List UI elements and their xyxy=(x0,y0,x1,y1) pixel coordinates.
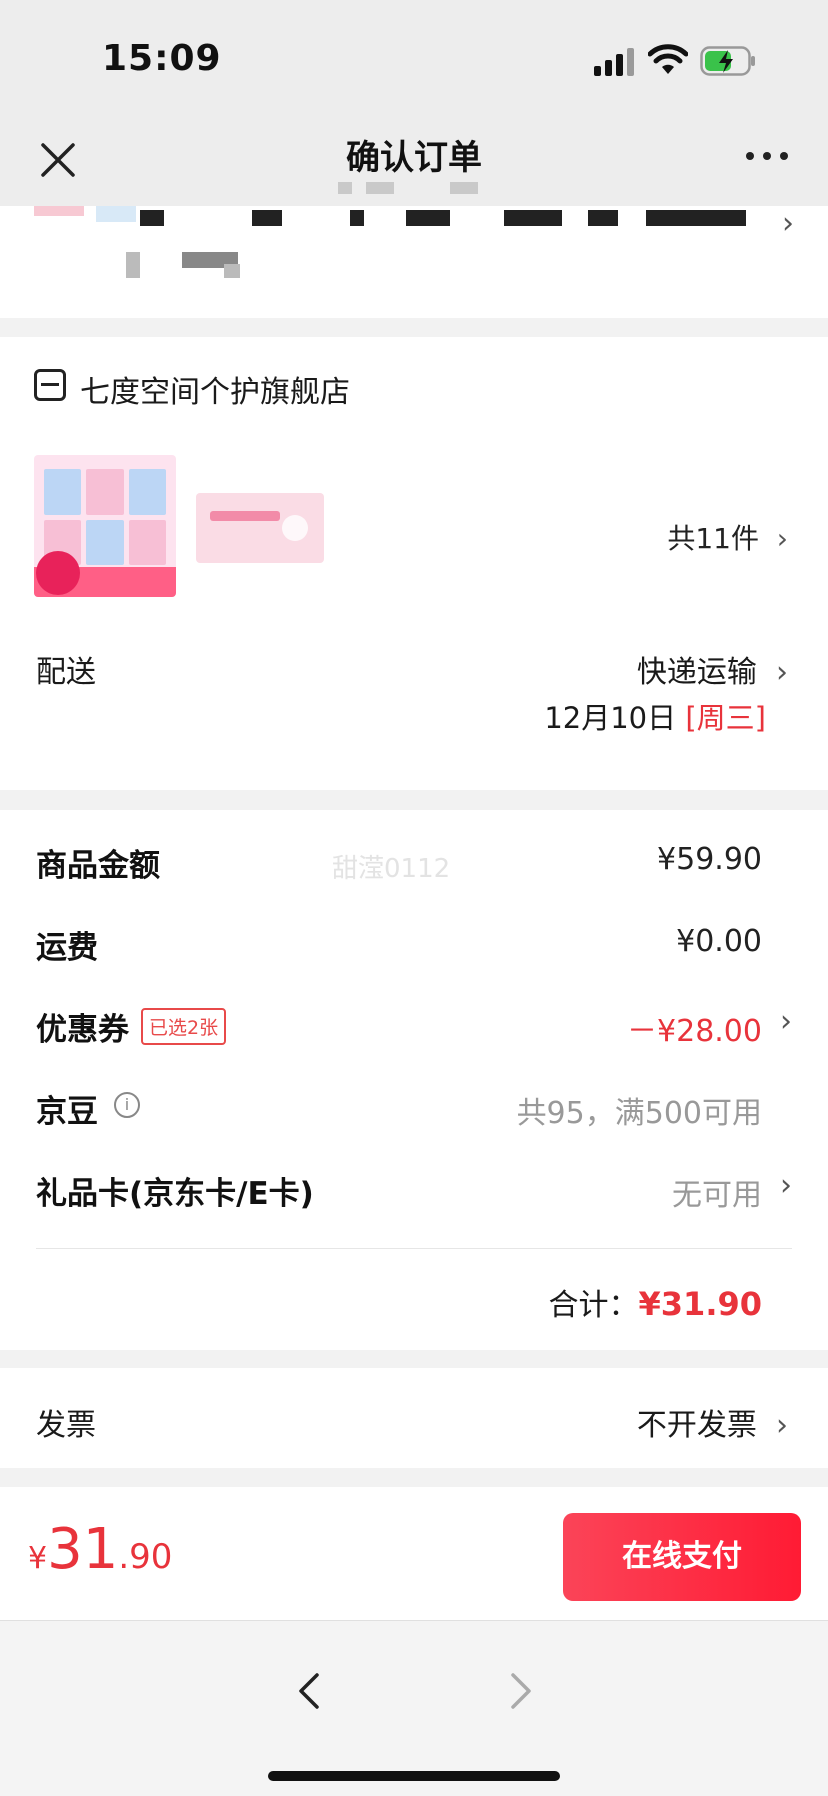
redacted-address xyxy=(140,210,164,226)
invoice-card[interactable]: 发票 不开发票 › xyxy=(0,1368,828,1468)
item-count: 共11件 xyxy=(667,522,759,555)
address-card[interactable]: › xyxy=(0,206,828,318)
page-title: 确认订单 xyxy=(346,138,482,178)
total-decimal: .90 xyxy=(118,1537,173,1577)
delivery-method: 快递运输 xyxy=(636,655,757,690)
product-thumbnail[interactable] xyxy=(196,493,324,563)
shipping-fee-row: 运费 ¥0.00 xyxy=(36,922,792,966)
jd-beans-label: 京豆 xyxy=(36,1094,98,1130)
back-arrow-icon[interactable] xyxy=(290,1671,330,1711)
delivery-method-link[interactable]: 快递运输 › xyxy=(637,647,788,691)
address-tag xyxy=(34,206,84,216)
more-options-icon[interactable] xyxy=(746,152,788,160)
gift-card-label: 礼品卡(京东卡/E卡) xyxy=(36,1176,314,1212)
chevron-right-icon: › xyxy=(780,1168,792,1203)
jd-beans-value: 共95，满500可用 xyxy=(516,1096,762,1131)
wifi-icon xyxy=(648,44,688,74)
forward-arrow-icon[interactable] xyxy=(500,1671,540,1711)
delivery-label: 配送 xyxy=(36,655,96,690)
delivery-date: 12月10日 xyxy=(544,701,677,735)
redacted-address xyxy=(406,210,450,226)
redacted-phone xyxy=(126,252,140,278)
store-card: 七度空间个护旗舰店 共11件 › 配送 快递运输 › 12月10日 [周三] xyxy=(0,337,828,790)
redacted-address xyxy=(252,210,282,226)
battery-charging-icon xyxy=(700,46,755,76)
total-integer: 31 xyxy=(47,1517,119,1582)
shipping-fee-value: ¥0.00 xyxy=(676,924,762,959)
coupon-label: 优惠券 xyxy=(36,1012,129,1048)
invoice-value-group: 不开发票 › xyxy=(637,1400,788,1444)
redacted-phone xyxy=(224,264,240,278)
price-summary-card: 甜滢0112 商品金额 ¥59.90 运费 ¥0.00 优惠券 已选2张 －¥2… xyxy=(0,810,828,1350)
invoice-label: 发票 xyxy=(36,1408,96,1443)
jd-beans-row: 京豆 i 共95，满500可用 xyxy=(36,1086,792,1131)
subtotal-group: 合计：¥31.90 xyxy=(549,1280,762,1324)
redacted-subtitle xyxy=(366,182,394,194)
chevron-right-icon: › xyxy=(780,1004,792,1039)
title-bar: 确认订单 xyxy=(0,110,828,206)
info-icon[interactable]: i xyxy=(114,1092,140,1118)
pay-online-button[interactable]: 在线支付 xyxy=(563,1513,801,1601)
redacted-address xyxy=(646,210,746,226)
shipping-fee-label: 运费 xyxy=(36,930,98,966)
chevron-right-icon: › xyxy=(766,655,788,690)
subtotal-value: ¥31.90 xyxy=(638,1285,762,1323)
gift-card-value: 无可用 xyxy=(672,1178,762,1213)
gift-card-row[interactable]: 礼品卡(京东卡/E卡) 无可用 › xyxy=(36,1168,792,1213)
status-time: 15:09 xyxy=(102,38,222,79)
goods-amount-value: ¥59.90 xyxy=(657,842,762,877)
redacted-address xyxy=(504,210,562,226)
subtotal-label: 合计： xyxy=(548,1288,639,1323)
store-name[interactable]: 七度空间个护旗舰店 xyxy=(80,367,350,411)
coupon-selected-badge: 已选2张 xyxy=(141,1008,227,1045)
redacted-subtitle xyxy=(450,182,478,194)
home-indicator[interactable] xyxy=(268,1771,560,1781)
currency-symbol: ¥ xyxy=(28,1541,48,1576)
redacted-address xyxy=(96,206,136,222)
product-thumbnail[interactable] xyxy=(34,455,176,597)
checkout-total: ¥31.90 xyxy=(28,1517,172,1582)
redacted-address xyxy=(588,210,618,226)
subtotal-row: 合计：¥31.90 xyxy=(36,1280,792,1323)
goods-amount-label: 商品金额 xyxy=(36,848,160,884)
chevron-right-icon: › xyxy=(782,206,794,241)
store-icon xyxy=(34,369,66,401)
chevron-right-icon: › xyxy=(766,1408,788,1443)
checkout-bar: ¥31.90 在线支付 xyxy=(0,1487,828,1620)
delivery-weekday: [周三] xyxy=(685,701,766,735)
item-count-link[interactable]: 共11件 › xyxy=(667,517,788,557)
redacted-subtitle xyxy=(338,182,352,194)
divider xyxy=(36,1248,792,1249)
redacted-address xyxy=(350,210,364,226)
browser-nav-bar xyxy=(0,1620,828,1796)
status-bar: 15:09 xyxy=(0,0,828,110)
coupon-discount-value: －¥28.00 xyxy=(627,1014,762,1049)
coupon-row[interactable]: 优惠券 已选2张 －¥28.00 › xyxy=(36,1004,792,1049)
chevron-right-icon: › xyxy=(767,522,788,555)
delivery-date-group[interactable]: 12月10日 [周三] xyxy=(544,695,766,737)
cellular-signal-icon xyxy=(594,46,636,76)
goods-amount-row: 商品金额 ¥59.90 xyxy=(36,840,792,884)
invoice-value: 不开发票 xyxy=(636,1408,757,1443)
